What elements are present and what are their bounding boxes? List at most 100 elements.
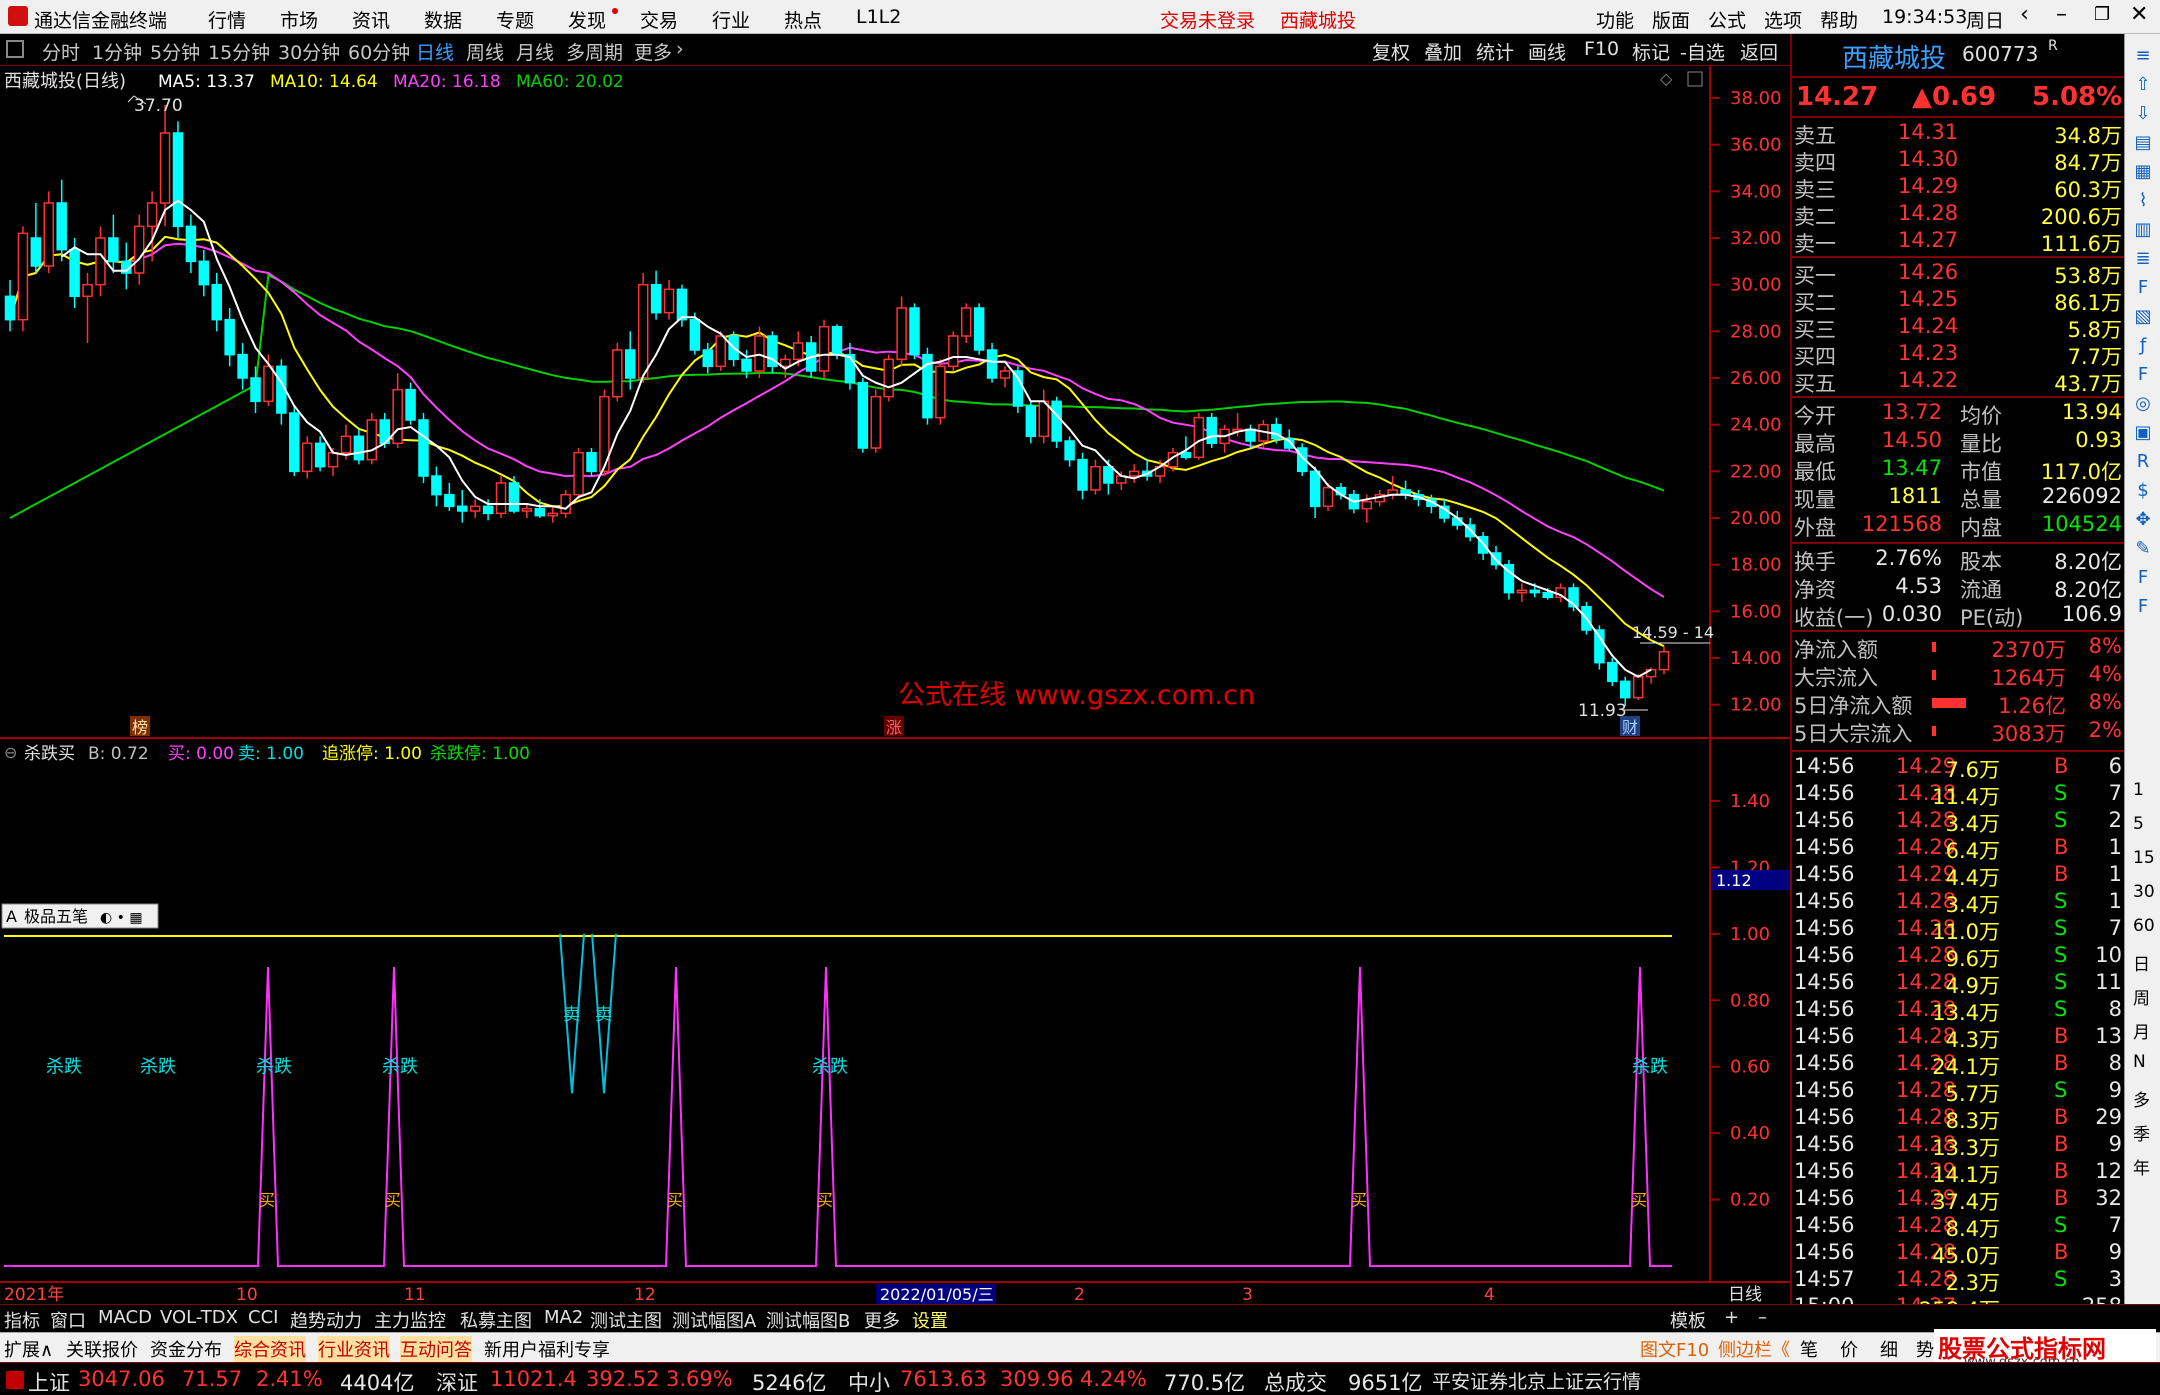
menu-shichang[interactable]: 市场 — [280, 6, 318, 33]
list-icon[interactable]: ≣ — [2131, 247, 2155, 271]
period-shortcut[interactable]: 日 — [2133, 950, 2150, 975]
indicator-tab[interactable]: 窗口 — [50, 1307, 86, 1333]
menu-zhuanti[interactable]: 专题 — [496, 6, 534, 33]
menu-zixun[interactable]: 资讯 — [352, 6, 390, 33]
menu-icon[interactable]: ≡ — [2131, 44, 2155, 68]
indicator-tab[interactable]: 私募主图 — [460, 1307, 532, 1333]
rsi-icon[interactable]: R — [2131, 450, 2155, 474]
indicator-tab[interactable]: 测试幅图B — [766, 1307, 850, 1333]
period-shortcut[interactable]: 60 — [2133, 916, 2155, 936]
menu-hangye[interactable]: 行业 — [712, 6, 750, 33]
login-status[interactable]: 交易未登录 — [1160, 6, 1255, 33]
info-tab[interactable]: 行业资讯 — [318, 1336, 390, 1362]
indicator-tab[interactable]: MACD — [98, 1307, 152, 1328]
tab-more[interactable]: 更多 — [634, 38, 672, 65]
chart-icon[interactable]: ▧ — [2131, 305, 2155, 329]
restore-icon[interactable]: ❐ — [2094, 4, 2110, 25]
menu-xuanxiang[interactable]: 选项 — [1764, 6, 1802, 33]
tab-multi[interactable]: 多周期 — [566, 38, 623, 65]
pen-icon[interactable]: ✎ — [2131, 537, 2155, 561]
period-shortcut[interactable]: 月 — [2133, 1018, 2150, 1043]
menu-bangzhu[interactable]: 帮助 — [1820, 6, 1858, 33]
grid-icon[interactable] — [6, 40, 24, 58]
btn-fanhui[interactable]: 返回 — [1740, 38, 1778, 65]
side-tab[interactable]: 价 — [1840, 1336, 1858, 1362]
f-green-icon[interactable]: F — [2131, 595, 2155, 619]
side-tab[interactable]: 侧边栏《 — [1718, 1336, 1790, 1362]
menu-gongneng[interactable]: 功能 — [1596, 6, 1634, 33]
sz-label[interactable]: 深证 — [436, 1367, 478, 1395]
indicator-tab[interactable]: VOL-TDX — [160, 1307, 238, 1328]
menu-banmian[interactable]: 版面 — [1652, 6, 1690, 33]
info-tab[interactable]: 关联报价 — [66, 1336, 138, 1362]
menu-shuju[interactable]: 数据 — [424, 6, 462, 33]
compass-icon[interactable]: ◎ — [2131, 392, 2155, 416]
menu-faxian[interactable]: 发现 — [568, 6, 606, 33]
indicator-tab[interactable]: 测试幅图A — [672, 1307, 756, 1333]
kline-icon[interactable]: ▥ — [2131, 218, 2155, 242]
minimize-icon[interactable]: – — [2056, 2, 2067, 27]
indicator-tab[interactable]: 趋势动力 — [290, 1307, 362, 1333]
template-button[interactable]: 模板 — [1670, 1307, 1706, 1333]
period-shortcut[interactable]: 多 — [2133, 1086, 2150, 1111]
menu-jiaoyi[interactable]: 交易 — [640, 6, 678, 33]
indicator-tab[interactable]: 指标 — [4, 1307, 40, 1333]
kline-chart-area[interactable]: 38.00 36.00 34.00 32.00 30.00 28.00 26.00 24.00… — [0, 66, 1790, 1306]
line-chart-icon[interactable]: ⌇ — [2131, 189, 2155, 213]
zx-label[interactable]: 中小 — [848, 1367, 890, 1395]
sh-label[interactable]: 上证 — [28, 1367, 70, 1395]
side-tab[interactable]: 细 — [1880, 1336, 1898, 1362]
fz-icon[interactable]: F — [2131, 363, 2155, 387]
back-icon[interactable]: ‹ — [2020, 2, 2029, 27]
btn-huaxian[interactable]: 画线 — [1528, 38, 1566, 65]
add-icon[interactable]: + — [1724, 1307, 1739, 1328]
f-icon[interactable]: ƒ — [2131, 334, 2155, 358]
side-tab[interactable]: 图文F10 — [1640, 1336, 1709, 1362]
tab-1min[interactable]: 1分钟 — [92, 38, 142, 65]
tab-5min[interactable]: 5分钟 — [150, 38, 200, 65]
close-icon[interactable]: ✕ — [2130, 2, 2148, 27]
tab-15min[interactable]: 15分钟 — [208, 38, 270, 65]
period-shortcut[interactable]: 1 — [2133, 780, 2144, 800]
menu-redian[interactable]: 热点 — [784, 6, 822, 33]
info-tab[interactable]: 新用户福利专享 — [484, 1336, 610, 1362]
btn-zixuan[interactable]: -自选 — [1680, 38, 1725, 65]
period-shortcut[interactable]: 周 — [2133, 984, 2150, 1009]
info-tab[interactable]: 资金分布 — [150, 1336, 222, 1362]
f10-icon[interactable]: F — [2131, 276, 2155, 300]
period-shortcut[interactable]: 15 — [2133, 848, 2155, 868]
indicator-tab[interactable]: 测试主图 — [590, 1307, 662, 1333]
tab-daily[interactable]: 日线 — [416, 38, 454, 65]
period-shortcut[interactable]: N — [2133, 1052, 2146, 1072]
btn-tongji[interactable]: 统计 — [1476, 38, 1514, 65]
money-icon[interactable]: $ — [2131, 479, 2155, 503]
tab-weekly[interactable]: 周线 — [466, 38, 504, 65]
info-tab[interactable]: 互动问答 — [400, 1336, 472, 1362]
side-tab[interactable]: 笔 — [1800, 1336, 1818, 1362]
btn-f10[interactable]: F10 — [1584, 38, 1619, 60]
tab-30min[interactable]: 30分钟 — [278, 38, 340, 65]
down-arrow-icon[interactable]: ⇩ — [2131, 102, 2155, 126]
btn-biaoji[interactable]: 标记 — [1632, 38, 1670, 65]
indicator-tab[interactable]: 设置 — [912, 1307, 948, 1333]
btn-diejia[interactable]: 叠加 — [1424, 38, 1462, 65]
broker[interactable]: 平安证券北京上证云行情 — [1432, 1367, 1641, 1394]
side-tab[interactable]: 势 — [1916, 1336, 1934, 1362]
period-shortcut[interactable]: 5 — [2133, 814, 2144, 834]
minus-icon[interactable]: – — [1758, 1307, 1767, 1328]
up-arrow-icon[interactable]: ⇧ — [2131, 73, 2155, 97]
fs-icon[interactable]: F — [2131, 566, 2155, 590]
period-shortcut[interactable]: 30 — [2133, 882, 2155, 902]
briefcase-icon[interactable]: ▣ — [2131, 421, 2155, 445]
menu-hangqing[interactable]: 行情 — [208, 6, 246, 33]
indicator-tab[interactable]: MA2 — [544, 1307, 583, 1328]
indicator-tab[interactable]: CCI — [248, 1307, 278, 1328]
tab-fenshi[interactable]: 分时 — [42, 38, 80, 65]
info-tab[interactable]: 扩展∧ — [4, 1336, 53, 1362]
menu-l1l2[interactable]: L1L2 — [856, 6, 901, 28]
tab-60min[interactable]: 60分钟 — [348, 38, 410, 65]
info-tab[interactable]: 综合资讯 — [234, 1336, 306, 1362]
menu-gongshi[interactable]: 公式 — [1708, 6, 1746, 33]
indicator-tab[interactable]: 主力监控 — [374, 1307, 446, 1333]
btn-fuquan[interactable]: 复权 — [1372, 38, 1410, 65]
